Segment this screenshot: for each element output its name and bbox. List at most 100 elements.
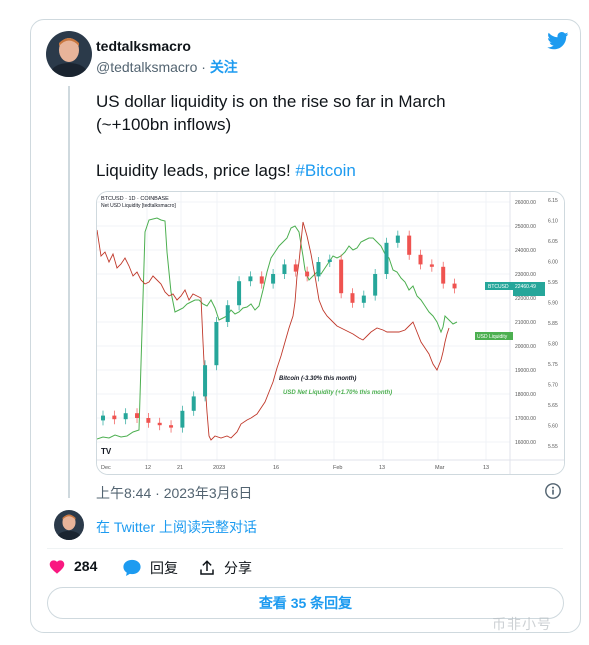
x-tick: 2023 xyxy=(213,465,225,471)
candle-body xyxy=(305,271,310,277)
tweet-text: US dollar liquidity is on the rise so fa… xyxy=(96,90,556,182)
candle-body xyxy=(248,276,253,282)
y-left-tick: 24000.00 xyxy=(515,248,536,254)
y-right-tick: 6.15 xyxy=(548,198,558,204)
view-replies-button[interactable]: 查看 35 条回复 xyxy=(47,587,564,619)
y-left-tick: 23000.00 xyxy=(515,272,536,278)
candle-body xyxy=(373,274,378,296)
y-left-tick: 26000.00 xyxy=(515,200,536,206)
candle-body xyxy=(407,235,412,255)
reply-button[interactable]: 回复 xyxy=(122,558,178,578)
y-right-tick: 6.05 xyxy=(548,239,558,245)
btc-price-text: 22460.49 xyxy=(515,284,536,290)
candle-body xyxy=(361,295,366,303)
candle-body xyxy=(282,264,287,274)
divider xyxy=(47,548,563,549)
x-tick: Feb xyxy=(333,465,342,471)
btc-badge-text: BTCUSD xyxy=(488,284,509,290)
avatar-image xyxy=(46,31,92,77)
candle-body xyxy=(214,322,219,366)
annotation-bitcoin: Bitcoin (-3.30% this month) xyxy=(279,376,356,382)
candle-body xyxy=(169,425,174,428)
tweet-text-line: Liquidity leads, price lags! #Bitcoin xyxy=(96,159,556,182)
author-name[interactable]: tedtalksmacro xyxy=(96,38,191,54)
y-right-tick: 5.90 xyxy=(548,301,558,307)
read-conversation-link[interactable]: 在 Twitter 上阅读完整对话 xyxy=(96,517,257,537)
y-left-tick: 19000.00 xyxy=(515,368,536,374)
twitter-bird-icon[interactable] xyxy=(547,32,569,55)
candle-body xyxy=(146,418,151,423)
candle-body xyxy=(180,410,185,428)
watermark: 币非小号 xyxy=(492,616,552,632)
y-right-tick: 5.60 xyxy=(548,424,558,430)
x-tick: 21 xyxy=(177,465,183,471)
candle-body xyxy=(441,266,446,284)
avatar-image xyxy=(54,510,84,540)
y-right-tick: 5.85 xyxy=(548,321,558,327)
y-right-tick: 6.00 xyxy=(548,260,558,266)
chart-image: BTCUSD · 1D · COINBASE Net USD Liquidity… xyxy=(97,192,564,474)
y-left-tick: 16000.00 xyxy=(515,440,536,446)
y-left-tick: 21000.00 xyxy=(515,320,536,326)
y-left-tick: 25000.00 xyxy=(515,224,536,230)
tradingview-logo: TV xyxy=(101,447,112,456)
speech-bubble-icon xyxy=(123,559,141,577)
candle-body xyxy=(203,365,208,397)
y-right-tick: 6.10 xyxy=(548,219,558,225)
candle-body xyxy=(237,281,242,306)
usd-liquidity-text: USD Liquidity xyxy=(477,334,508,340)
candle-body xyxy=(429,264,434,267)
candle-body xyxy=(259,276,264,284)
x-tick: 13 xyxy=(483,465,489,471)
share-label: 分享 xyxy=(224,560,252,576)
tweet-text-line: US dollar liquidity is on the rise so fa… xyxy=(96,92,446,111)
candle-body xyxy=(350,293,355,303)
y-right-tick: 5.55 xyxy=(548,444,558,450)
y-right-tick: 5.70 xyxy=(548,383,558,389)
y-right-tick: 5.75 xyxy=(548,362,558,368)
candle-body xyxy=(395,235,400,243)
tweet-timestamp[interactable]: 上午8:44 · 2023年3月6日 xyxy=(96,483,252,503)
tweet-text-line3: Liquidity leads, price lags! xyxy=(96,161,291,180)
candle-body xyxy=(191,396,196,411)
heart-icon xyxy=(49,560,65,574)
author-avatar[interactable] xyxy=(46,31,92,77)
info-icon[interactable] xyxy=(544,482,562,505)
candle-body xyxy=(384,242,389,274)
x-tick: Dec xyxy=(101,465,111,471)
reply-avatar[interactable] xyxy=(54,510,84,540)
candle-body xyxy=(452,283,457,289)
candle-body xyxy=(327,259,332,262)
chart-header-symbol: BTCUSD · 1D · COINBASE xyxy=(101,196,169,202)
author-handle-line: @tedtalksmacro · 关注 xyxy=(96,57,238,77)
candle-body xyxy=(293,264,298,272)
reply-label: 回复 xyxy=(150,560,178,576)
candle-body xyxy=(135,413,140,418)
y-right-tick: 5.65 xyxy=(548,403,558,409)
y-left-tick: 22000.00 xyxy=(515,296,536,302)
x-tick: 12 xyxy=(145,465,151,471)
thread-line xyxy=(68,86,70,498)
candle-body xyxy=(112,415,117,420)
share-button[interactable]: 分享 xyxy=(198,558,252,578)
candle-body xyxy=(123,413,128,420)
tweet-media-chart[interactable]: BTCUSD · 1D · COINBASE Net USD Liquidity… xyxy=(96,191,565,475)
y-right-tick: 5.80 xyxy=(548,342,558,348)
hashtag-link[interactable]: #Bitcoin xyxy=(295,161,355,180)
tweet-text-line: (~+100bn inflows) xyxy=(96,115,232,134)
candle-body xyxy=(225,305,230,322)
candle-body xyxy=(418,254,423,265)
like-button[interactable]: 284 xyxy=(48,558,97,574)
x-tick: Mar xyxy=(435,465,445,471)
y-right-tick: 5.95 xyxy=(548,280,558,286)
like-count: 284 xyxy=(74,558,98,574)
x-tick: 16 xyxy=(273,465,279,471)
candle-body xyxy=(101,415,105,421)
candle-body xyxy=(339,259,344,294)
chart-header-indicator: Net USD Liquidity [tedtalksmacro] xyxy=(101,203,176,209)
author-handle[interactable]: @tedtalksmacro xyxy=(96,59,197,75)
candle-body xyxy=(157,422,162,426)
candle-body xyxy=(316,262,321,277)
follow-link[interactable]: 关注 xyxy=(210,59,238,75)
y-left-tick: 20000.00 xyxy=(515,344,536,350)
